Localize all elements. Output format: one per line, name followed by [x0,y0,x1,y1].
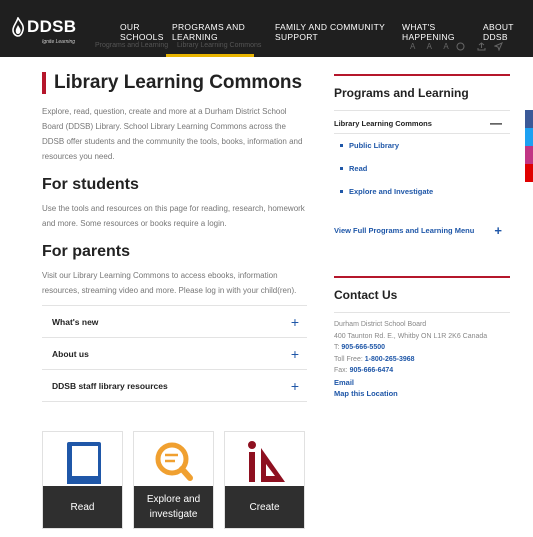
nav-whats-happening[interactable]: WHAT'S HAPPENING [402,22,462,42]
tile-create[interactable]: Create [224,431,305,529]
flame-icon [12,17,24,37]
email-link[interactable]: Email [334,377,510,389]
plus-icon[interactable]: + [291,347,299,361]
accordion-label: What's new [52,316,99,327]
accordion-about-us[interactable]: About us + [42,338,307,370]
parents-text: Visit our Library Learning Commons to ac… [42,271,297,295]
accordion-label: About us [52,348,89,359]
intro-text: Explore, read, question, create and more… [42,107,303,161]
top-navigation: DDSB Ignite Learning OUR SCHOOLS PROGRAM… [0,0,533,57]
sidebar-subitem-explore[interactable]: Explore and Investigate [334,180,510,203]
contact-fax-line: Fax: 905-666-6474 [334,365,510,377]
plus-icon[interactable]: + [494,223,502,238]
book-icon [43,432,122,488]
accordion-staff-resources[interactable]: DDSB staff library resources + [42,370,307,402]
sidebar-item-library-learning-commons[interactable]: Library Learning Commons — [334,113,510,133]
instagram-icon[interactable] [525,146,533,164]
accordion: What's new + About us + DDSB staff libra… [42,305,307,402]
accordion-label: DDSB staff library resources [52,380,168,391]
sidebar-title: Programs and Learning [334,86,469,100]
social-strip [525,110,533,182]
print-icon[interactable] [456,42,465,51]
fax-label: Fax: [334,367,348,374]
map-link[interactable]: Map this Location [334,388,510,400]
drafting-tools-icon [225,432,304,488]
sidebar-subitem-public-library[interactable]: Public Library [334,134,510,157]
page-title: Library Learning Commons [42,70,307,96]
plus-icon[interactable]: + [291,315,299,329]
nav-our-schools[interactable]: OUR SCHOOLS [120,22,166,42]
phone-label: T: [334,344,340,351]
ddsb-logo[interactable]: DDSB Ignite Learning [10,13,92,49]
full-menu-link[interactable]: View Full Programs and Learning Menu + [334,223,510,238]
students-heading: For students [42,176,139,193]
text-size-label: A A A [410,42,454,51]
contact-section: Contact Us Durham District School Board … [334,276,510,400]
faded-breadcrumb-current: Library Learning Commons [177,42,262,49]
main-content: Library Learning Commons Explore, read, … [42,70,307,402]
share-icon[interactable] [477,42,486,51]
tile-read[interactable]: Read [42,431,123,529]
facebook-icon[interactable] [525,110,533,128]
send-icon[interactable] [494,42,503,51]
tile-label: Create [225,486,304,528]
resource-tiles: Read Explore and investigate Create [42,431,305,529]
faded-breadcrumb: Programs and Learning [95,42,169,49]
phone-link[interactable]: 905-666-5500 [341,344,385,351]
magnifier-icon [134,432,213,488]
logo-tagline: Ignite Learning [42,39,76,45]
sidebar-item-label: Library Learning Commons [334,118,432,128]
contact-phone-line: T: 905-666-5500 [334,342,510,354]
contact-title: Contact Us [334,288,398,302]
tile-label: Explore and investigate [134,486,213,528]
tollfree-label: Toll Free: [334,355,363,363]
fax-link[interactable]: 905-666-6474 [350,367,394,374]
divider [334,312,510,313]
students-text: Use the tools and resources on this page… [42,204,305,228]
sidebar-subitem-read[interactable]: Read [334,157,510,180]
nav-about-ddsb[interactable]: ABOUT DDSB [483,22,523,42]
contact-tollfree-line: Toll Free: 1-800-265-3968 [334,354,510,366]
nav-family-and-community-support[interactable]: FAMILY AND COMMUNITY SUPPORT [275,22,385,42]
youtube-icon[interactable] [525,164,533,182]
divider [334,110,510,111]
twitter-icon[interactable] [525,128,533,146]
tile-label: Read [43,486,122,528]
contact-address: 400 Taunton Rd. E., Whitby ON L1R 2K6 Ca… [334,332,488,340]
logo-text: DDSB [27,17,77,36]
full-menu-label: View Full Programs and Learning Menu [334,226,475,235]
text-size-tools[interactable]: A A A [410,42,454,51]
contact-name: Durham District School Board [334,321,427,328]
sidebar-programs: Programs and Learning Library Learning C… [334,74,510,238]
parents-heading: For parents [42,243,131,260]
nav-programs-and-learning[interactable]: PROGRAMS AND LEARNING [166,22,254,57]
tile-explore[interactable]: Explore and investigate [133,431,214,529]
plus-icon[interactable]: + [291,379,299,393]
minus-icon[interactable]: — [490,116,502,130]
accordion-whats-new[interactable]: What's new + [42,306,307,338]
tollfree-link[interactable]: 1-800-265-3968 [365,356,415,363]
